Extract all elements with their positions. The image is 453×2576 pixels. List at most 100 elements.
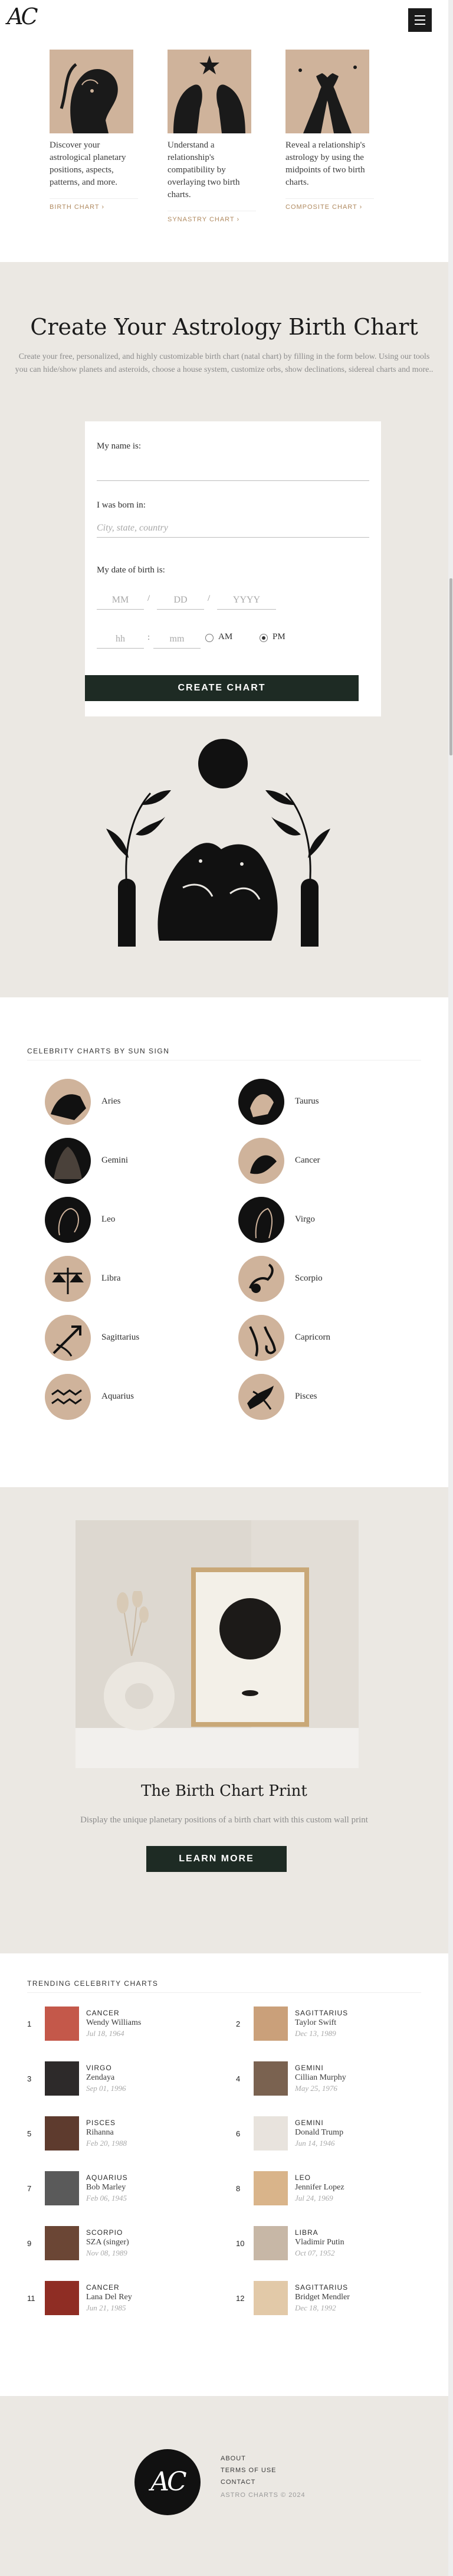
- site-header: AC: [0, 0, 453, 38]
- sign-pisces[interactable]: Pisces: [238, 1374, 415, 1421]
- sign-scorpio[interactable]: Scorpio: [238, 1256, 415, 1303]
- city-input[interactable]: City, state, country: [97, 523, 168, 533]
- footer-link-about[interactable]: ABOUT: [221, 2455, 246, 2462]
- composite-chart-link[interactable]: COMPOSITE CHART ›: [285, 198, 374, 211]
- feature-card-composite: Reveal a relationship's astrology by usi…: [285, 50, 374, 211]
- trending-rank: 10: [236, 2239, 245, 2248]
- trending-date: Feb 06, 1945: [86, 2194, 127, 2202]
- trending-item[interactable]: 6 GEMINI Donald Trump Jun 14, 1946: [236, 2116, 436, 2154]
- feature-card-birth: Discover your astrological planetary pos…: [50, 50, 138, 211]
- footer-link-contact[interactable]: CONTACT: [221, 2479, 255, 2486]
- trending-date: Jul 18, 1964: [86, 2029, 124, 2038]
- trending-item[interactable]: 7 AQUARIUS Bob Marley Feb 06, 1945: [27, 2171, 228, 2209]
- synastry-chart-link[interactable]: SYNASTRY CHART ›: [168, 211, 256, 223]
- trending-name: Bridget Mendler: [295, 2293, 350, 2302]
- name-input[interactable]: [97, 480, 369, 481]
- cancer-icon: [238, 1138, 284, 1184]
- trending-rank: 7: [27, 2184, 32, 2193]
- page-scrollbar[interactable]: [448, 0, 453, 2576]
- trending-item[interactable]: 12 SAGITTARIUS Bridget Mendler Dec 18, 1992: [236, 2281, 436, 2319]
- pm-radio[interactable]: [260, 634, 268, 642]
- trending-sign: VIRGO: [86, 2064, 112, 2072]
- birth-chart-form: My name is: I was born in: City, state, …: [85, 421, 381, 716]
- trending-rank: 12: [236, 2294, 245, 2303]
- learn-more-button[interactable]: LEARN MORE: [146, 1846, 287, 1872]
- sign-aries[interactable]: Aries: [45, 1079, 222, 1126]
- trending-item[interactable]: 11 CANCER Lana Del Rey Jun 21, 1985: [27, 2281, 228, 2319]
- day-input[interactable]: DD: [157, 595, 204, 610]
- synastry-chart-illustration: [168, 50, 251, 133]
- trending-rank: 2: [236, 2019, 241, 2028]
- chart-wheel: [219, 1598, 281, 1659]
- trending-sign: GEMINI: [295, 2119, 324, 2127]
- trending-item[interactable]: 3 VIRGO Zendaya Sep 01, 1996: [27, 2061, 228, 2099]
- trending-item[interactable]: 9 SCORPIO SZA (singer) Nov 08, 1989: [27, 2226, 228, 2264]
- trending-item[interactable]: 10 LIBRA Vladimir Putin Oct 07, 1952: [236, 2226, 436, 2264]
- hamburger-icon: [415, 15, 425, 17]
- trending-date: Jun 21, 1985: [86, 2303, 126, 2312]
- trending-item[interactable]: 8 LEO Jennifer Lopez Jul 24, 1969: [236, 2171, 436, 2209]
- trending-item[interactable]: 5 PISCES Rihanna Feb 20, 1988: [27, 2116, 228, 2154]
- celebrity-photo: [45, 2007, 79, 2041]
- footer-logo[interactable]: AC: [134, 2449, 201, 2515]
- vase: [104, 1662, 175, 1730]
- gemini-icon: [45, 1138, 91, 1184]
- print-photo[interactable]: [76, 1520, 359, 1768]
- capricorn-icon: [238, 1315, 284, 1361]
- create-chart-title: Create Your Astrology Birth Chart: [30, 314, 418, 340]
- trending-sign: LEO: [295, 2174, 311, 2182]
- trending-title: TRENDING CELEBRITY CHARTS: [27, 1979, 159, 1988]
- trending-date: Nov 08, 1989: [86, 2248, 127, 2257]
- trending-sign: SAGITTARIUS: [295, 2283, 349, 2292]
- trending-item[interactable]: 1 CANCER Wendy Williams Jul 18, 1964: [27, 2007, 228, 2044]
- am-radio[interactable]: [205, 634, 214, 642]
- year-input[interactable]: YYYY: [217, 595, 276, 610]
- trending-name: Jennifer Lopez: [295, 2183, 344, 2192]
- sign-virgo[interactable]: Virgo: [238, 1197, 415, 1244]
- celebrity-photo: [254, 2171, 288, 2205]
- create-chart-button[interactable]: CREATE CHART: [85, 675, 359, 701]
- trending-rank: 4: [236, 2074, 241, 2083]
- trending-item[interactable]: 4 GEMINI Cillian Murphy May 25, 1976: [236, 2061, 436, 2099]
- trending-rank: 6: [236, 2129, 241, 2138]
- feature-card-synastry: Understand a relationship's compatibilit…: [168, 50, 256, 223]
- footer-link-terms[interactable]: TERMS OF USE: [221, 2467, 277, 2474]
- menu-button[interactable]: [408, 8, 432, 32]
- dried-grass: [111, 1589, 152, 1657]
- trending-item[interactable]: 2 SAGITTARIUS Taylor Swift Dec 13, 1989: [236, 2007, 436, 2044]
- month-input[interactable]: MM: [97, 595, 144, 610]
- trending-date: Jul 24, 1969: [295, 2194, 333, 2202]
- trending-date: Feb 20, 1988: [86, 2139, 127, 2148]
- trending-name: Zendaya: [86, 2073, 115, 2082]
- name-label: My name is:: [97, 441, 141, 451]
- site-logo[interactable]: AC: [7, 4, 38, 30]
- sign-aquarius[interactable]: Aquarius: [45, 1374, 222, 1421]
- create-chart-description: Create your free, personalized, and high…: [15, 352, 434, 374]
- born-label: I was born in:: [97, 500, 146, 510]
- sign-leo[interactable]: Leo: [45, 1197, 222, 1244]
- birth-chart-link[interactable]: BIRTH CHART ›: [50, 198, 138, 211]
- trending-rank: 8: [236, 2184, 241, 2193]
- trending-rank: 5: [27, 2129, 32, 2138]
- hour-input[interactable]: hh: [97, 634, 144, 649]
- couple-illustration: [106, 739, 330, 947]
- trending-sign: GEMINI: [295, 2064, 324, 2072]
- print-description: Display the unique planetary positions o…: [80, 1815, 368, 1825]
- sign-gemini[interactable]: Gemini: [45, 1138, 222, 1185]
- trending-sign: PISCES: [86, 2119, 116, 2127]
- trending-rank: 9: [27, 2239, 32, 2248]
- pm-label: PM: [273, 632, 285, 641]
- sign-sagittarius[interactable]: Sagittarius: [45, 1315, 222, 1362]
- trending-name: Bob Marley: [86, 2183, 126, 2192]
- sign-cancer[interactable]: Cancer: [238, 1138, 415, 1185]
- scrollbar-thumb[interactable]: [449, 578, 452, 755]
- sign-libra[interactable]: Libra: [45, 1256, 222, 1303]
- trending-name: Wendy Williams: [86, 2018, 142, 2027]
- minute-input[interactable]: mm: [153, 634, 201, 649]
- sign-capricorn[interactable]: Capricorn: [238, 1315, 415, 1362]
- copyright: ASTRO CHARTS © 2024: [221, 2492, 306, 2499]
- print-section: The Birth Chart Print Display the unique…: [0, 1487, 448, 1953]
- sign-taurus[interactable]: Taurus: [238, 1079, 415, 1126]
- celebrity-signs-title: CELEBRITY CHARTS BY SUN SIGN: [27, 1047, 170, 1055]
- aquarius-icon: [45, 1374, 91, 1420]
